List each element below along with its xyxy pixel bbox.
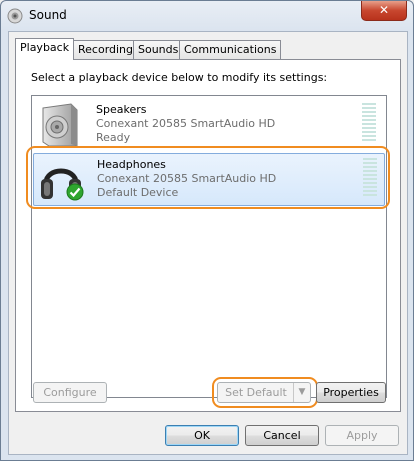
tab-sounds[interactable]: Sounds: [133, 40, 184, 59]
device-status: Ready: [96, 131, 131, 144]
device-name: Speakers: [96, 103, 147, 116]
ok-button[interactable]: OK: [165, 425, 239, 446]
properties-button[interactable]: Properties: [316, 382, 386, 403]
window-title: Sound: [29, 8, 67, 22]
sound-app-icon: [7, 8, 23, 24]
tab-communications[interactable]: Communications: [179, 40, 282, 59]
cancel-button[interactable]: Cancel: [245, 425, 319, 446]
tab-playback[interactable]: Playback: [15, 38, 75, 60]
playback-panel: Select a playback device below to modify…: [15, 59, 401, 412]
device-item-speakers[interactable]: Speakers Conexant 20585 SmartAudio HD Re…: [33, 99, 383, 150]
sound-dialog: Sound ✕ Playback Recording Sounds Commun…: [0, 0, 414, 461]
device-list[interactable]: Speakers Conexant 20585 SmartAudio HD Re…: [31, 95, 387, 398]
speaker-icon: [42, 103, 78, 147]
title-bar[interactable]: Sound ✕: [1, 1, 413, 31]
apply-button[interactable]: Apply: [325, 425, 399, 446]
tab-recording[interactable]: Recording: [73, 40, 139, 59]
close-button[interactable]: ✕: [361, 1, 407, 21]
volume-meter: [362, 103, 376, 145]
dialog-client: Playback Recording Sounds Communications…: [8, 31, 408, 455]
instruction-text: Select a playback device below to modify…: [31, 71, 328, 84]
device-driver: Conexant 20585 SmartAudio HD: [96, 117, 276, 130]
highlight-ring-headphones: [26, 146, 390, 209]
highlight-ring-set-default: [212, 377, 318, 408]
configure-button[interactable]: Configure: [33, 382, 107, 403]
